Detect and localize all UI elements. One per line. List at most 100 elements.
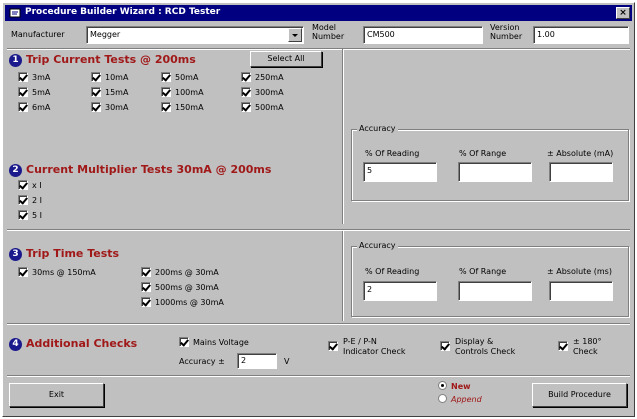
checkbox[interactable]	[440, 341, 450, 351]
check-250ma[interactable]: 250mA	[241, 72, 284, 82]
pe-pn-label-line2: Indicator Check	[343, 347, 406, 356]
check-500ms-30ma[interactable]: 500ms @ 30mA	[141, 282, 219, 292]
checkbox[interactable]	[179, 337, 189, 347]
app-icon	[9, 8, 21, 18]
step-1-badge: 1	[9, 54, 22, 67]
check-200ms-30ma[interactable]: 200ms @ 30mA	[141, 267, 219, 277]
version-number-field[interactable]: 1.00	[533, 26, 629, 44]
check-5ma[interactable]: 5mA	[18, 87, 50, 97]
checkbox[interactable]	[18, 102, 28, 112]
checkbox[interactable]	[161, 102, 171, 112]
checkbox[interactable]	[18, 72, 28, 82]
exit-label: Exit	[48, 390, 65, 399]
close-icon[interactable]: ×	[619, 8, 627, 18]
percent-of-reading-field[interactable]: 2	[363, 281, 437, 301]
mains-voltage-label: Mains Voltage	[193, 338, 249, 347]
check-multiplier-2i[interactable]: 2 I	[18, 195, 42, 205]
checkbox[interactable]	[241, 87, 251, 97]
voltage-accuracy-label: Accuracy ±	[179, 357, 225, 366]
check-10ma[interactable]: 10mA	[91, 72, 128, 82]
divider	[7, 229, 630, 231]
exit-button[interactable]: Exit	[9, 383, 104, 407]
radio-button[interactable]	[438, 381, 447, 390]
check-500ma-label: 500mA	[255, 103, 284, 112]
check-6ma[interactable]: 6mA	[18, 102, 50, 112]
check-10ma-label: 10mA	[105, 73, 129, 82]
radio-append[interactable]: Append	[438, 394, 482, 404]
pe-pn-indicator-label: P-E / P-N Indicator Check	[343, 337, 406, 357]
additional-checks-heading: 4 Additional Checks	[9, 337, 137, 351]
check-100ma[interactable]: 100mA	[161, 87, 204, 97]
check-multiplier-x1[interactable]: x I	[18, 180, 42, 190]
current-multiplier-tests-heading: 2 Current Multiplier Tests 30mA @ 200ms	[9, 163, 271, 177]
current-multiplier-tests-title: Current Multiplier Tests 30mA @ 200ms	[26, 163, 272, 176]
check-200ms-30ma-label: 200ms @ 30mA	[155, 268, 219, 277]
version-number-label: Version Number	[490, 23, 522, 41]
check-500ma[interactable]: 500mA	[241, 102, 284, 112]
check-1000ms-30ma[interactable]: 1000ms @ 30mA	[141, 297, 224, 307]
checkbox[interactable]	[91, 72, 101, 82]
checkbox[interactable]	[241, 102, 251, 112]
check-30ma[interactable]: 30mA	[91, 102, 128, 112]
check-multiplier-5i[interactable]: 5 I	[18, 210, 42, 220]
percent-of-reading-field[interactable]: 5	[363, 162, 437, 182]
voltage-accuracy-field[interactable]: 2	[237, 353, 277, 369]
180-degree-label-line1: ± 180°	[573, 337, 602, 346]
percent-of-range-field[interactable]	[458, 281, 532, 301]
checkbox[interactable]	[91, 102, 101, 112]
check-30ms-150ma[interactable]: 30ms @ 150mA	[18, 267, 96, 277]
manufacturer-combobox[interactable]: Megger	[86, 26, 304, 44]
check-300ma[interactable]: 300mA	[241, 87, 284, 97]
chevron-down-icon[interactable]	[288, 28, 302, 42]
absolute-ms-field[interactable]	[549, 281, 613, 301]
window-title: Procedure Builder Wizard : RCD Tester	[25, 7, 221, 17]
vertical-divider	[342, 231, 344, 321]
check-mains-voltage[interactable]: Mains Voltage	[179, 337, 249, 347]
trip-current-tests-heading: 1 Trip Current Tests @ 200ms	[9, 53, 196, 67]
voltage-unit-label: V	[284, 357, 290, 366]
checkbox[interactable]	[141, 282, 151, 292]
select-all-button[interactable]: Select All	[250, 51, 322, 67]
check-pe-pn-indicator[interactable]	[328, 341, 342, 351]
checkbox[interactable]	[161, 87, 171, 97]
check-6ma-label: 6mA	[32, 103, 51, 112]
checkbox[interactable]	[141, 267, 151, 277]
checkbox[interactable]	[558, 341, 568, 351]
checkbox[interactable]	[91, 87, 101, 97]
checkbox[interactable]	[18, 180, 28, 190]
vertical-divider	[342, 49, 344, 224]
checkbox[interactable]	[18, 210, 28, 220]
check-display-controls[interactable]	[440, 341, 454, 351]
check-50ma[interactable]: 50mA	[161, 72, 198, 82]
close-button[interactable]: ×	[616, 7, 630, 19]
check-3ma[interactable]: 3mA	[18, 72, 50, 82]
radio-new[interactable]: New	[438, 381, 471, 391]
checkbox[interactable]	[241, 72, 251, 82]
check-180-degree[interactable]	[558, 341, 572, 351]
append-label: Append	[451, 395, 482, 404]
build-procedure-button[interactable]: Build Procedure	[532, 383, 627, 407]
180-degree-label-line2: Check	[573, 347, 598, 356]
percent-of-range-field[interactable]	[458, 162, 532, 182]
absolute-ma-field[interactable]	[549, 162, 613, 182]
percent-of-range-label: % Of Range	[459, 149, 507, 158]
voltage-accuracy-value: 2	[241, 356, 247, 365]
accuracy-group-label: Accuracy	[357, 124, 398, 133]
check-150ma[interactable]: 150mA	[161, 102, 204, 112]
check-5ma-label: 5mA	[32, 88, 51, 97]
checkbox[interactable]	[161, 72, 171, 82]
model-number-field[interactable]: CM500	[363, 26, 483, 44]
checkbox[interactable]	[328, 341, 338, 351]
trip-current-tests-title: Trip Current Tests @ 200ms	[26, 53, 196, 66]
checkbox[interactable]	[18, 195, 28, 205]
check-500ms-30ma-label: 500ms @ 30mA	[155, 283, 219, 292]
checkbox[interactable]	[141, 297, 151, 307]
check-15ma[interactable]: 15mA	[91, 87, 128, 97]
manufacturer-value: Megger	[90, 30, 121, 39]
check-30ms-150ma-label: 30ms @ 150mA	[32, 268, 96, 277]
pe-pn-label-line1: P-E / P-N	[343, 337, 377, 346]
checkbox[interactable]	[18, 267, 28, 277]
checkbox[interactable]	[18, 87, 28, 97]
radio-button[interactable]	[438, 394, 447, 403]
check-100ma-label: 100mA	[175, 88, 204, 97]
